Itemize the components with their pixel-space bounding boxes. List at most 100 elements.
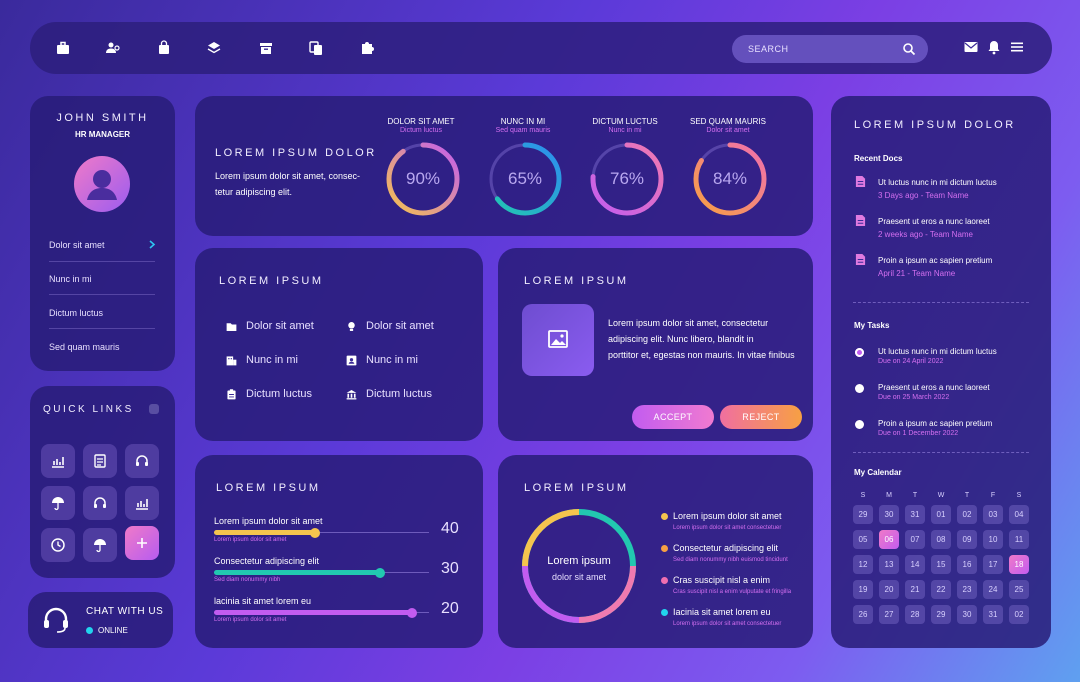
menu-title: LOREM IPSUM xyxy=(219,275,324,287)
calendar-day[interactable]: 16 xyxy=(957,555,977,574)
profile-menu-item-3[interactable]: Dictum luctus xyxy=(49,308,103,318)
briefcase-icon[interactable] xyxy=(55,40,71,56)
task-radio[interactable] xyxy=(855,420,864,429)
task-radio[interactable] xyxy=(855,348,864,357)
profile-menu-item-4[interactable]: Sed quam mauris xyxy=(49,342,120,352)
slider-handle[interactable] xyxy=(407,608,417,618)
calendar-day[interactable]: 10 xyxy=(983,530,1003,549)
puzzle-icon[interactable] xyxy=(359,40,375,56)
calendar-day[interactable]: 14 xyxy=(905,555,925,574)
quick-link-umbrella[interactable] xyxy=(41,486,75,520)
calendar-day[interactable]: 03 xyxy=(983,505,1003,524)
quick-link-headset[interactable] xyxy=(125,444,159,478)
calendar-day[interactable]: 22 xyxy=(931,580,951,599)
chat-label: CHAT WITH US xyxy=(86,606,164,617)
calendar-day[interactable]: 28 xyxy=(905,605,925,624)
sliders-title: LOREM IPSUM xyxy=(216,482,321,494)
accept-button[interactable]: ACCEPT xyxy=(632,405,714,429)
calendar-day[interactable]: 17 xyxy=(983,555,1003,574)
calendar-day[interactable]: 15 xyxy=(931,555,951,574)
doc-title[interactable]: Proin a ipsum ac sapien pretium xyxy=(878,256,992,265)
calendar-day[interactable]: 07 xyxy=(905,530,925,549)
quick-link-chart-2[interactable] xyxy=(125,486,159,520)
calendar-day[interactable]: 04 xyxy=(1009,505,1029,524)
slider-handle[interactable] xyxy=(310,528,320,538)
copy-icon[interactable] xyxy=(308,40,324,56)
stats-title: LOREM IPSUM DOLOR xyxy=(215,147,377,159)
legend-sublabel: Lorem ipsum dolor sit amet consectetuer xyxy=(673,621,782,627)
calendar-day[interactable]: 11 xyxy=(1009,530,1029,549)
calendar-day[interactable]: 01 xyxy=(931,505,951,524)
quick-link-add[interactable] xyxy=(125,526,159,560)
search-input[interactable]: SEARCH xyxy=(748,44,789,54)
profile-menu-item-2[interactable]: Nunc in mi xyxy=(49,274,92,284)
profile-menu-item-1[interactable]: Dolor sit amet xyxy=(49,240,105,250)
slider-fill xyxy=(214,610,412,615)
task-radio[interactable] xyxy=(855,384,864,393)
bag-icon[interactable] xyxy=(156,40,172,56)
menu-icon[interactable] xyxy=(1009,39,1025,55)
quick-link-headset-2[interactable] xyxy=(83,486,117,520)
calendar-day[interactable]: 23 xyxy=(957,580,977,599)
calendar-day[interactable]: 12 xyxy=(853,555,873,574)
menu-item[interactable]: Dolor sit amet xyxy=(366,320,434,332)
doc-title[interactable]: Praesent ut eros a nunc laoreet xyxy=(878,217,990,226)
media-text-line: Lorem ipsum dolor sit amet, consectetur xyxy=(608,318,769,328)
calendar-day[interactable]: 31 xyxy=(983,605,1003,624)
doc-title[interactable]: Ut luctus nunc in mi dictum luctus xyxy=(878,178,997,187)
menu-item[interactable]: Nunc in mi xyxy=(246,354,298,366)
calendar-day[interactable]: 30 xyxy=(957,605,977,624)
toggle-icon[interactable] xyxy=(149,404,159,414)
calendar-day[interactable]: 26 xyxy=(853,605,873,624)
quick-link-clock[interactable] xyxy=(41,528,75,562)
calendar-day[interactable]: 24 xyxy=(983,580,1003,599)
calendar-day[interactable]: 13 xyxy=(879,555,899,574)
menu-item[interactable]: Dictum luctus xyxy=(366,388,432,400)
bank-icon xyxy=(346,390,357,400)
calendar-day[interactable]: 02 xyxy=(1009,605,1029,624)
calendar-day[interactable]: 29 xyxy=(931,605,951,624)
calendar-day[interactable]: 09 xyxy=(957,530,977,549)
task-title[interactable]: Ut luctus nunc in mi dictum luctus xyxy=(878,347,997,356)
document-icon xyxy=(855,176,866,187)
search-icon[interactable] xyxy=(902,42,916,56)
lightbulb-icon xyxy=(348,322,355,331)
chat-card[interactable]: CHAT WITH US ONLINE xyxy=(28,592,173,648)
calendar-day[interactable]: 20 xyxy=(879,580,899,599)
calendar-day[interactable]: 06 xyxy=(879,530,899,549)
task-title[interactable]: Praesent ut eros a nunc laoreet xyxy=(878,383,990,392)
calendar-day[interactable]: 02 xyxy=(957,505,977,524)
calendar-day[interactable]: 21 xyxy=(905,580,925,599)
ring-sublabel: Nunc in mi xyxy=(608,127,642,134)
calendar-day[interactable]: 31 xyxy=(905,505,925,524)
right-card: LOREM IPSUM DOLOR Recent Docs Ut luctus … xyxy=(831,96,1051,648)
calendar-day[interactable]: 25 xyxy=(1009,580,1029,599)
users-icon[interactable] xyxy=(105,40,121,56)
slider-sublabel: Lorem ipsum dolor sit amet xyxy=(214,617,287,623)
avatar[interactable] xyxy=(74,156,130,212)
mail-icon[interactable] xyxy=(963,39,979,55)
calendar-day[interactable]: 27 xyxy=(879,605,899,624)
chevron-right-icon[interactable] xyxy=(148,240,156,249)
menu-item[interactable]: Dictum luctus xyxy=(246,388,312,400)
calendar-day[interactable]: 08 xyxy=(931,530,951,549)
calendar-day[interactable]: 30 xyxy=(879,505,899,524)
task-title[interactable]: Proin a ipsum ac sapien pretium xyxy=(878,419,992,428)
archive-icon[interactable] xyxy=(258,40,274,56)
quick-link-chart[interactable] xyxy=(41,444,75,478)
calendar-day[interactable]: 29 xyxy=(853,505,873,524)
sliders-card: LOREM IPSUM Lorem ipsum dolor sit amet Lo… xyxy=(195,455,483,648)
bell-icon[interactable] xyxy=(986,39,1002,55)
calendar-day[interactable]: 05 xyxy=(853,530,873,549)
image-placeholder[interactable] xyxy=(522,304,594,376)
menu-item[interactable]: Dolor sit amet xyxy=(246,320,314,332)
quick-link-umbrella-2[interactable] xyxy=(83,528,117,562)
layers-icon[interactable] xyxy=(206,40,222,56)
slider-handle[interactable] xyxy=(375,568,385,578)
search-bar[interactable]: SEARCH xyxy=(732,35,928,63)
menu-item[interactable]: Nunc in mi xyxy=(366,354,418,366)
calendar-day[interactable]: 19 xyxy=(853,580,873,599)
reject-button[interactable]: REJECT xyxy=(720,405,802,429)
quick-link-document[interactable] xyxy=(83,444,117,478)
calendar-day[interactable]: 18 xyxy=(1009,555,1029,574)
